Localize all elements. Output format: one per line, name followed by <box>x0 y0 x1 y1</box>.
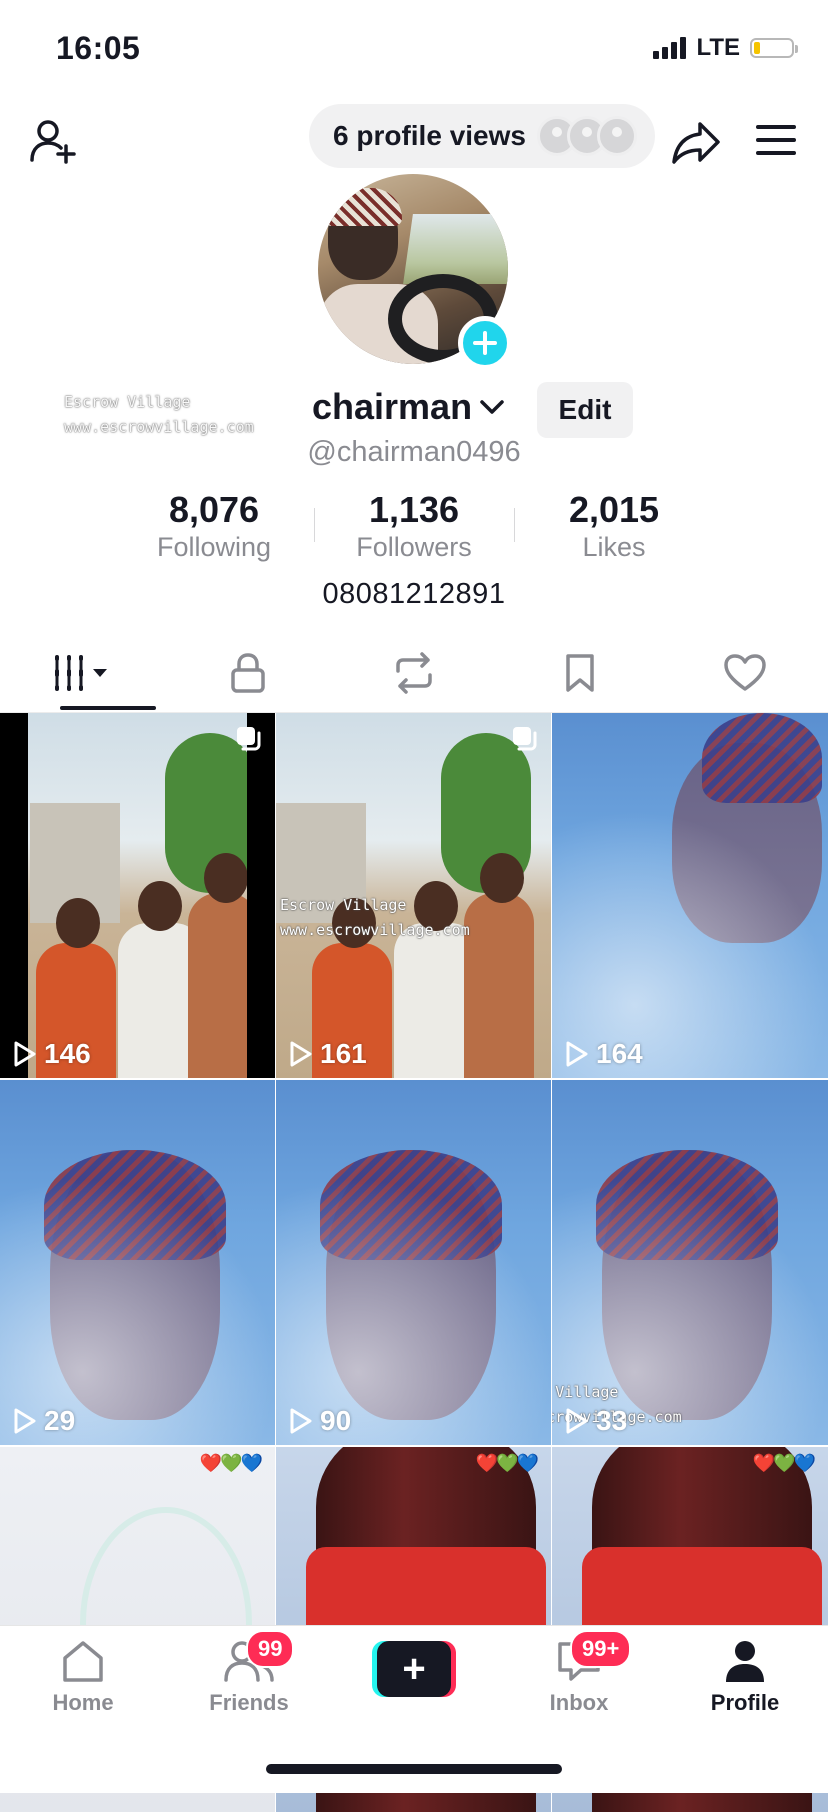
viewer-avatars <box>537 116 641 156</box>
stat-value: 8,076 <box>168 489 260 530</box>
nav-label: Home <box>52 1690 114 1715</box>
friends-badge: 99 <box>246 1630 295 1668</box>
profile-icon <box>726 1641 764 1682</box>
view-count-text: 161 <box>320 1038 367 1069</box>
stat-followers[interactable]: 1,136 Followers <box>334 490 494 564</box>
video-thumbnail[interactable]: Escrow Village www.escrowvillage.com 33 <box>552 1080 828 1445</box>
watermark-line: Escrow Village <box>64 393 191 411</box>
grid-videos-icon <box>54 655 107 691</box>
profile-views-button[interactable]: 6 profile views <box>309 104 655 168</box>
nav-label: Friends <box>209 1690 289 1715</box>
profile-handle: @chairman0496 <box>307 436 521 468</box>
profile-views-label: 6 profile views <box>333 120 526 151</box>
stat-label: Following <box>156 532 272 562</box>
view-count: 90 <box>288 1405 351 1437</box>
active-tab-indicator <box>60 706 156 710</box>
stat-label: Followers <box>356 532 472 562</box>
view-count-text: 90 <box>320 1405 352 1436</box>
view-count: 161 <box>288 1038 367 1070</box>
tab-liked[interactable] <box>662 634 828 712</box>
divider <box>514 508 515 542</box>
multi-photo-icon <box>513 727 537 751</box>
profile-name: chairman <box>312 386 473 427</box>
view-count: 33 <box>564 1405 627 1437</box>
watermark-line: Escrow Village <box>555 1383 619 1401</box>
play-icon <box>14 1408 36 1434</box>
divider <box>314 508 315 542</box>
add-friend-button[interactable] <box>26 114 80 168</box>
play-icon <box>290 1041 312 1067</box>
home-indicator <box>266 1764 562 1774</box>
tab-private[interactable] <box>166 634 332 712</box>
video-thumbnail[interactable]: 146 <box>0 713 275 1078</box>
play-icon <box>566 1041 588 1067</box>
stat-following[interactable]: 8,076 Following <box>134 490 294 564</box>
nav-profile[interactable]: Profile <box>662 1626 828 1736</box>
content-tabs <box>0 634 828 712</box>
heart-icon <box>724 654 766 691</box>
status-indicators: LTE <box>653 34 798 62</box>
tab-favorites[interactable] <box>497 634 663 712</box>
tab-videos[interactable] <box>0 634 166 712</box>
repost-icon <box>396 652 432 694</box>
multi-photo-icon <box>237 727 261 751</box>
stat-likes[interactable]: 2,015 Likes <box>534 490 694 564</box>
view-count: 146 <box>12 1038 91 1070</box>
menu-button[interactable] <box>752 116 800 164</box>
signal-icon <box>653 37 687 59</box>
play-icon <box>14 1041 36 1067</box>
chevron-down-icon <box>480 400 504 414</box>
heart-emojis: ❤️💚💙 <box>752 1453 816 1473</box>
view-count: 29 <box>12 1405 75 1437</box>
watermark: Escrow Village www.escrowvillage.com <box>64 390 254 440</box>
inbox-badge: 99+ <box>570 1630 632 1668</box>
view-count-text: 146 <box>44 1038 91 1069</box>
heart-emojis: ❤️💚💙 <box>199 1453 263 1473</box>
nav-label: Profile <box>710 1690 780 1715</box>
add-user-icon <box>30 120 76 164</box>
video-thumbnail[interactable]: 29 <box>0 1080 275 1445</box>
nav-home[interactable]: Home <box>0 1626 166 1736</box>
nav-label: Inbox <box>549 1690 609 1715</box>
edit-profile-button[interactable]: Edit <box>537 382 633 438</box>
plus-icon <box>473 331 497 355</box>
watermark-line: www.escrowvillage.com <box>280 921 470 939</box>
watermark-line: www.escrowvillage.com <box>64 418 254 436</box>
watermark: Escrow Village www.escrowvillage.com <box>280 893 470 943</box>
heart-emojis: ❤️💚💙 <box>475 1453 539 1473</box>
network-type: LTE <box>696 34 740 61</box>
video-thumbnail[interactable]: Escrow Village www.escrowvillage.com 161 <box>276 713 551 1078</box>
view-count: 164 <box>564 1038 643 1070</box>
add-story-button[interactable] <box>458 316 512 370</box>
lock-icon <box>231 653 266 693</box>
share-button[interactable] <box>666 112 726 172</box>
video-thumbnail[interactable]: 90 <box>276 1080 551 1445</box>
battery-icon <box>750 38 798 58</box>
account-switcher[interactable]: chairman <box>312 386 506 428</box>
play-icon <box>290 1408 312 1434</box>
profile-bio: 08081212891 <box>322 578 506 610</box>
plus-icon: + <box>377 1641 451 1697</box>
status-time: 16:05 <box>56 30 141 66</box>
share-arrow-icon <box>672 122 720 164</box>
view-count-text: 29 <box>44 1405 76 1436</box>
stat-value: 2,015 <box>568 489 660 530</box>
watermark-line: Escrow Village <box>280 896 407 914</box>
stat-value: 1,136 <box>368 489 460 530</box>
create-button[interactable]: + <box>372 1641 456 1697</box>
home-icon <box>63 1641 103 1682</box>
bookmark-icon <box>565 654 594 692</box>
view-count-text: 33 <box>596 1405 628 1436</box>
stat-label: Likes <box>582 532 646 562</box>
tab-reposts[interactable] <box>331 634 497 712</box>
play-icon <box>566 1408 588 1434</box>
video-thumbnail[interactable]: 164 <box>552 713 828 1078</box>
view-count-text: 164 <box>596 1038 643 1069</box>
hamburger-icon <box>756 125 796 155</box>
